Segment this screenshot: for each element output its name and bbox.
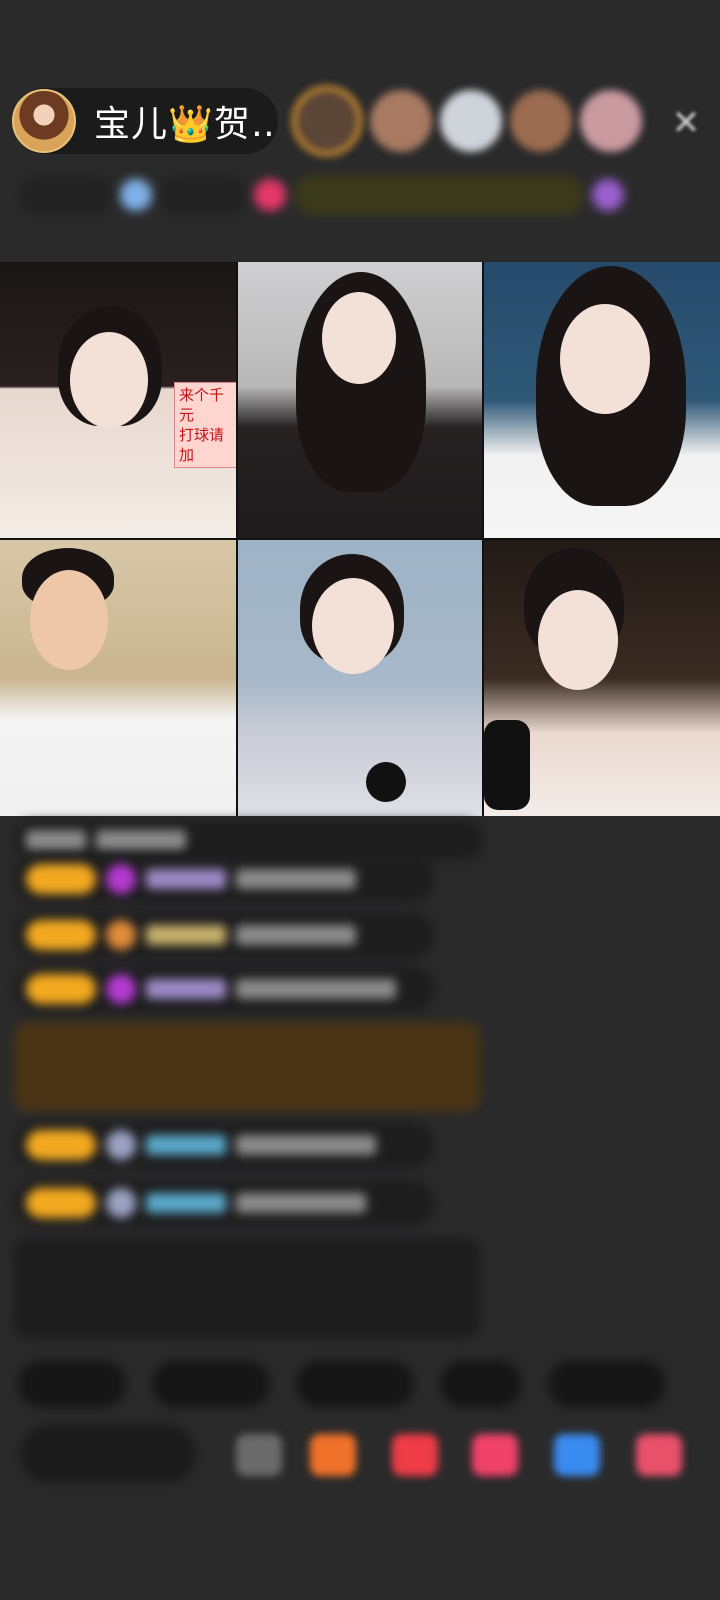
- tile-sign: 来个千元 打球请加: [174, 382, 236, 468]
- video-tile[interactable]: [484, 540, 720, 816]
- room-notice: [14, 1238, 480, 1338]
- comment-input[interactable]: [20, 1425, 196, 1483]
- face-shape: [538, 590, 618, 690]
- anchor-info-pill[interactable]: 宝儿👑贺…: [12, 88, 278, 154]
- video-tile[interactable]: [238, 540, 482, 816]
- video-tile[interactable]: 来个千元 打球请加: [0, 262, 236, 538]
- emoji-icon[interactable]: [236, 1434, 282, 1476]
- chat-text: [236, 869, 356, 889]
- face-shape: [560, 304, 650, 414]
- chat-text: [236, 1135, 376, 1155]
- system-message[interactable]: [14, 1022, 480, 1112]
- microphone-icon: [484, 720, 530, 810]
- chat-message[interactable]: [14, 820, 484, 860]
- chat-text: [96, 830, 186, 850]
- video-tile[interactable]: [484, 262, 720, 538]
- level-badge: [26, 974, 96, 1004]
- chat-text: [236, 925, 356, 945]
- video-tile[interactable]: [238, 262, 482, 538]
- face-shape: [312, 578, 394, 674]
- chat-text: [236, 1193, 366, 1213]
- level-badge: [26, 864, 96, 894]
- level-badge: [26, 1188, 96, 1218]
- chat-text: [26, 830, 86, 850]
- chat-username[interactable]: [146, 1193, 226, 1213]
- top-viewer-avatar[interactable]: [292, 86, 362, 156]
- level-badge: [26, 920, 96, 950]
- anchor-avatar[interactable]: [12, 89, 76, 153]
- gem-icon: [106, 920, 136, 950]
- quick-reply-tag[interactable]: [18, 1360, 126, 1408]
- chat-username[interactable]: [146, 979, 226, 999]
- chat-message[interactable]: [14, 912, 434, 958]
- close-icon[interactable]: ✕: [668, 105, 704, 141]
- chat-message[interactable]: [14, 966, 434, 1012]
- anchor-name: 宝儿👑贺…: [94, 104, 274, 145]
- bottom-action-bar: [20, 1424, 710, 1484]
- share-icon[interactable]: [554, 1434, 600, 1476]
- quick-reply-tag[interactable]: [440, 1360, 522, 1408]
- gem-icon: [106, 1188, 136, 1218]
- co-host-video-grid: 来个千元 打球请加: [0, 262, 720, 816]
- gem-icon: [106, 864, 136, 894]
- chat-username[interactable]: [146, 925, 226, 945]
- face-shape: [70, 332, 148, 428]
- top-viewer-avatar[interactable]: [580, 90, 642, 152]
- more-icon[interactable]: [636, 1434, 682, 1476]
- video-tile[interactable]: [0, 540, 236, 816]
- heart-icon[interactable]: [254, 179, 286, 211]
- live-info-bar[interactable]: [20, 172, 624, 218]
- fans-chip[interactable]: [160, 175, 246, 215]
- top-viewers-list[interactable]: [292, 86, 642, 156]
- badge-icon: [120, 179, 152, 211]
- notice-chip[interactable]: [294, 175, 584, 215]
- quick-reply-tag[interactable]: [152, 1360, 270, 1408]
- quick-reply-tag[interactable]: [548, 1360, 666, 1408]
- face-shape: [322, 292, 396, 384]
- top-viewer-avatar[interactable]: [370, 90, 432, 152]
- gem-icon: [106, 974, 136, 1004]
- top-viewer-avatar[interactable]: [510, 90, 572, 152]
- microphone-icon: [366, 762, 406, 802]
- chat-text: [236, 979, 396, 999]
- chat-message[interactable]: [14, 1122, 434, 1168]
- gift-box-icon[interactable]: [392, 1434, 438, 1476]
- top-viewer-avatar[interactable]: [440, 90, 502, 152]
- shopping-icon[interactable]: [310, 1434, 356, 1476]
- rank-chip[interactable]: [20, 175, 112, 215]
- gift-icon[interactable]: [592, 179, 624, 211]
- chat-message[interactable]: [14, 856, 434, 902]
- like-icon[interactable]: [472, 1434, 518, 1476]
- chat-username[interactable]: [146, 1135, 226, 1155]
- quick-reply-tag[interactable]: [296, 1360, 414, 1408]
- gem-icon: [106, 1130, 136, 1160]
- chat-message[interactable]: [14, 1180, 434, 1226]
- face-shape: [30, 570, 108, 670]
- chat-username[interactable]: [146, 869, 226, 889]
- quick-reply-tags[interactable]: [18, 1360, 666, 1408]
- level-badge: [26, 1130, 96, 1160]
